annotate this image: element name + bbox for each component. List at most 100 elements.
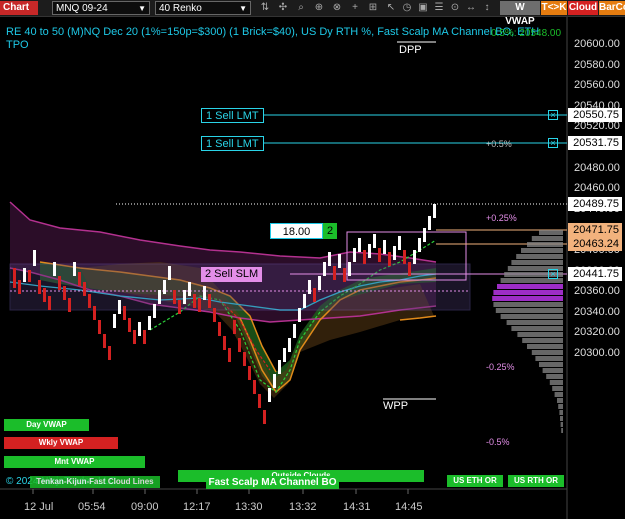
- zoom-icon[interactable]: ⌕: [294, 1, 308, 15]
- price-tick: 20560.00: [574, 79, 620, 92]
- price-tick: 20580.00: [574, 58, 620, 71]
- renko-brick-up: [138, 322, 141, 336]
- renko-brick-down: [403, 250, 406, 264]
- sell-limit-order-2[interactable]: 1 Sell LMT: [201, 136, 264, 151]
- x-label-1: 05:54: [78, 501, 106, 513]
- volume-profile-bar: [531, 236, 563, 241]
- pct-plus-05: +0.5%: [486, 139, 512, 149]
- renko-brick-down: [178, 300, 181, 314]
- volume-profile-bar: [539, 230, 563, 235]
- sell-stop-order[interactable]: 2 Sell SLM: [201, 267, 263, 282]
- dpp-label: DPP: [399, 44, 422, 56]
- renko-brick-up: [428, 216, 431, 230]
- renko-brick-up: [293, 324, 296, 338]
- cancel-order-icon[interactable]: ×: [548, 110, 558, 120]
- instrument-selector[interactable]: MNQ 09-24 ▼: [52, 1, 150, 15]
- draw-icon[interactable]: ⊕: [312, 1, 326, 15]
- volume-profile: [492, 230, 563, 433]
- renko-brick-down: [103, 334, 106, 348]
- price-tick: 20480.00: [574, 161, 620, 174]
- price-tick: 20320.00: [574, 326, 620, 339]
- fast-scalp-button[interactable]: Fast Scalp MA Channel BO: [206, 476, 339, 489]
- x-label-5: 13:32: [289, 501, 317, 513]
- bar-type-value: 40 Renko: [159, 3, 202, 14]
- crosshair-icon[interactable]: ✣: [276, 1, 290, 15]
- line-icon[interactable]: +: [348, 1, 362, 15]
- ruler-icon[interactable]: ↔: [464, 1, 478, 15]
- volume-profile-bar: [495, 308, 563, 313]
- renko-brick-up: [303, 294, 306, 308]
- ticker-icon[interactable]: ↕: [480, 1, 494, 15]
- pct-minus-025: -0.25%: [486, 362, 515, 372]
- renko-brick-down: [43, 288, 46, 302]
- volume-profile-bar: [559, 410, 563, 415]
- volume-profile-bar: [511, 326, 563, 331]
- volume-profile-bar: [492, 296, 563, 301]
- price-tick: 20460.00: [574, 182, 620, 195]
- cancel-order-icon[interactable]: ×: [548, 138, 558, 148]
- volume-profile-bar: [511, 260, 563, 265]
- renko-brick-down: [253, 380, 256, 394]
- renko-brick-down: [343, 268, 346, 282]
- zoom-in-icon[interactable]: ⊙: [448, 1, 462, 15]
- sell-limit-order-1[interactable]: 1 Sell LMT: [201, 108, 264, 123]
- renko-brick-down: [378, 248, 381, 262]
- us-eth-or-button[interactable]: US ETH OR: [447, 475, 503, 487]
- us-rth-or-button[interactable]: US RTH OR: [508, 475, 564, 487]
- monthly-vwap-button[interactable]: Mnt VWAP: [4, 456, 145, 468]
- renko-brick-up: [358, 238, 361, 252]
- x-label-0: 12 Jul: [24, 501, 54, 513]
- overlay-level-label: 0.5%: 20548.00: [491, 28, 562, 39]
- renko-brick-down: [18, 280, 21, 294]
- toggle-icon[interactable]: ▣: [416, 1, 430, 15]
- volume-profile-bar: [539, 362, 563, 367]
- renko-brick-up: [53, 262, 56, 276]
- volume-profile-bar: [535, 356, 563, 361]
- renko-brick-down: [88, 294, 91, 308]
- renko-brick-down: [198, 298, 201, 312]
- volume-profile-bar: [527, 344, 563, 349]
- volume-profile-bar: [549, 380, 563, 385]
- renko-brick-up: [423, 228, 426, 242]
- tk-button[interactable]: T<>K: [541, 1, 567, 15]
- renko-brick-down: [28, 270, 31, 282]
- cursor-icon[interactable]: ↖: [384, 1, 398, 15]
- renko-brick-down: [258, 394, 261, 408]
- renko-brick-up: [383, 240, 386, 254]
- list-icon[interactable]: ☰: [432, 1, 446, 15]
- chart-menu-button[interactable]: Chart: [0, 1, 38, 15]
- instrument-value: MNQ 09-24: [56, 3, 108, 14]
- renko-brick-up: [298, 308, 301, 322]
- tk-cloud-lines-label[interactable]: Tenkan-Kijun-Fast Cloud Lines: [30, 476, 160, 488]
- pct-plus-025: +0.25%: [486, 213, 517, 223]
- renko-brick-down: [173, 290, 176, 304]
- volume-profile-bar: [552, 386, 563, 391]
- renko-brick-up: [393, 246, 396, 260]
- volume-profile-bar: [516, 254, 563, 259]
- volume-profile-bar: [546, 374, 563, 379]
- w-vwap-button[interactable]: W VWAP: [500, 1, 540, 27]
- volume-profile-bar: [497, 284, 563, 289]
- cancel-order-icon[interactable]: ×: [548, 269, 558, 279]
- renko-brick-down: [98, 320, 101, 334]
- renko-brick-up: [328, 252, 331, 266]
- x-label-3: 12:17: [183, 501, 211, 513]
- renko-brick-up: [163, 280, 166, 294]
- marker-icon[interactable]: ⊞: [366, 1, 380, 15]
- barco-button[interactable]: BarCo: [599, 1, 625, 15]
- chevron-down-icon: ▼: [239, 4, 247, 13]
- bar-type-selector[interactable]: 40 Renko ▼: [155, 1, 251, 15]
- renko-brick-down: [63, 286, 66, 300]
- day-vwap-button[interactable]: Day VWAP: [4, 419, 89, 431]
- renko-brick-down: [108, 346, 111, 360]
- renko-brick-up: [323, 262, 326, 276]
- renko-brick-up: [113, 314, 116, 328]
- clock-icon[interactable]: ◷: [400, 1, 414, 15]
- pointer-icon[interactable]: ⇅: [258, 1, 272, 15]
- magnet-icon[interactable]: ⊗: [330, 1, 344, 15]
- cloud-button[interactable]: Cloud: [568, 1, 598, 15]
- weekly-vwap-button[interactable]: Wkly VWAP: [4, 437, 118, 449]
- renko-brick-up: [73, 262, 76, 276]
- order-price-input[interactable]: 18.00: [270, 223, 323, 239]
- order-qty-button[interactable]: 2: [323, 223, 337, 239]
